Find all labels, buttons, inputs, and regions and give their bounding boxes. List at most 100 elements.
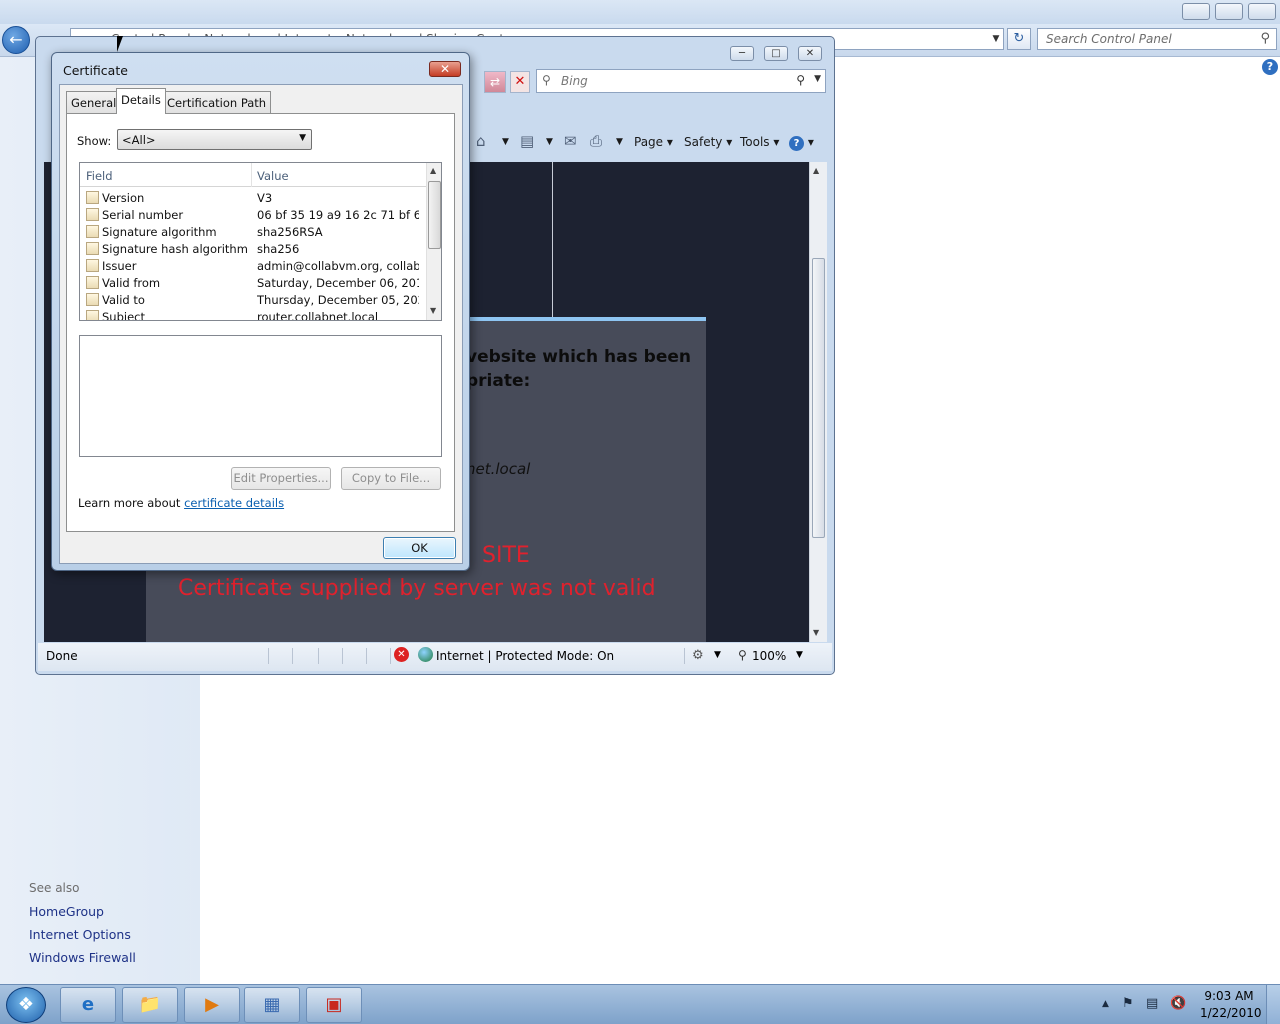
copy-to-file-button[interactable]: Copy to File...: [341, 467, 441, 490]
dialog-close-button[interactable]: ✕: [429, 61, 461, 77]
help-icon[interactable]: ?: [1262, 59, 1278, 75]
globe-icon: [418, 647, 433, 662]
list-scroll-thumb[interactable]: [428, 181, 441, 249]
show-label: Show:: [77, 134, 112, 148]
chevron-down-icon: ▼: [299, 133, 306, 143]
list-item[interactable]: Signature algorithm sha256RSA: [80, 223, 426, 240]
show-dropdown[interactable]: <All> ▼: [117, 129, 312, 150]
clock-date[interactable]: 1/22/2010: [1200, 1006, 1262, 1020]
list-item[interactable]: Valid to Thursday, December 05, 2024...: [80, 291, 426, 308]
list-item[interactable]: Serial number 06 bf 35 19 a9 16 2c 71 bf…: [80, 206, 426, 223]
ie-stop-button[interactable]: ✕: [510, 71, 530, 93]
chevron-down-icon[interactable]: ▼: [546, 137, 553, 147]
list-item[interactable]: Subject router.collabnet.local: [80, 308, 426, 320]
page-hostname: net.local: [466, 460, 531, 478]
ie-close-button[interactable]: ✕: [798, 46, 822, 61]
chevron-down-icon[interactable]: ▼: [502, 137, 509, 147]
help-menu[interactable]: ? ▾: [789, 135, 814, 151]
restore-button[interactable]: [1215, 3, 1243, 20]
search-icon[interactable]: ⚲: [1260, 31, 1270, 46]
page-message-line1: vebsite which has been: [466, 347, 691, 367]
certificate-details-link[interactable]: certificate details: [184, 496, 284, 510]
scroll-down-arrow-icon[interactable]: ▼: [430, 306, 436, 315]
see-also-link-internet-options[interactable]: Internet Options: [29, 927, 131, 942]
page-menu[interactable]: Page ▾: [634, 135, 673, 149]
home-icon[interactable]: ⌂: [476, 132, 486, 150]
list-item[interactable]: Issuer admin@collabvm.org, collabne...: [80, 257, 426, 274]
chevron-down-icon[interactable]: ▼: [616, 137, 623, 147]
protected-mode-icon[interactable]: ⚙: [692, 648, 704, 663]
blocked-icon[interactable]: ✕: [394, 647, 409, 662]
ok-button[interactable]: OK: [383, 537, 456, 559]
field-detail-box[interactable]: [79, 335, 442, 457]
page-divider: [552, 162, 553, 317]
security-zone-text[interactable]: Internet | Protected Mode: On: [436, 649, 614, 663]
learn-more-prefix: Learn more about: [78, 496, 185, 510]
field-name: Issuer: [102, 259, 137, 273]
tab-details[interactable]: Details: [116, 88, 166, 114]
ie-scroll-thumb[interactable]: [812, 258, 825, 538]
certificate-field-icon: [86, 293, 99, 306]
print-icon[interactable]: ⎙: [590, 132, 602, 150]
clock-time[interactable]: 9:03 AM: [1200, 989, 1258, 1003]
ie-search-input[interactable]: ⚲ Bing ⚲ ▼: [536, 69, 826, 93]
ie-maximize-button[interactable]: □: [764, 46, 788, 61]
search-input[interactable]: Search Control Panel ⚲: [1037, 28, 1277, 50]
chevron-down-icon[interactable]: ▼: [714, 650, 721, 660]
details-tab-panel: Show: <All> ▼ Field Value Version V3 Ser…: [66, 113, 455, 532]
start-button[interactable]: ❖: [6, 987, 46, 1023]
network-icon[interactable]: ▤: [1146, 996, 1158, 1011]
feeds-icon[interactable]: ▤: [520, 132, 534, 150]
safety-menu[interactable]: Safety ▾: [684, 135, 732, 149]
list-vertical-scrollbar[interactable]: ▲ ▼: [426, 163, 441, 320]
zoom-level[interactable]: 100%: [752, 649, 786, 663]
certificate-field-icon: [86, 276, 99, 289]
list-item[interactable]: Signature hash algorithm sha256: [80, 240, 426, 257]
tab-certification-path[interactable]: Certification Path: [162, 91, 272, 113]
column-header-value[interactable]: Value: [257, 169, 289, 183]
list-item[interactable]: Version V3: [80, 189, 426, 206]
scroll-down-arrow-icon[interactable]: ▼: [813, 628, 819, 637]
toolbox-taskbar-icon[interactable]: ▣: [306, 987, 362, 1023]
field-value: Thursday, December 05, 2024...: [257, 293, 419, 307]
volume-muted-icon[interactable]: 🔇: [1170, 996, 1186, 1011]
address-dropdown-icon[interactable]: ▼: [988, 28, 1004, 50]
scroll-up-arrow-icon[interactable]: ▲: [813, 166, 819, 175]
close-button[interactable]: [1248, 3, 1276, 20]
control-panel-taskbar-icon[interactable]: ▦: [244, 987, 300, 1023]
back-button[interactable]: ←: [2, 26, 30, 54]
ie-minimize-button[interactable]: ─: [730, 46, 754, 61]
tab-general[interactable]: General: [66, 91, 122, 113]
see-also-link-homegroup[interactable]: HomeGroup: [29, 904, 104, 919]
show-desktop-button[interactable]: [1266, 985, 1280, 1024]
minimize-button[interactable]: [1182, 3, 1210, 20]
chevron-down-icon[interactable]: ▼: [796, 650, 803, 660]
field-name: Signature hash algorithm: [102, 242, 248, 256]
page-message-line2: priate:: [466, 371, 531, 391]
mail-icon[interactable]: ✉: [564, 132, 577, 150]
internet-explorer-taskbar-icon[interactable]: e: [60, 987, 116, 1023]
see-also-link-windows-firewall[interactable]: Windows Firewall: [29, 950, 136, 965]
status-text: Done: [46, 649, 78, 663]
file-explorer-taskbar-icon[interactable]: 📁: [122, 987, 178, 1023]
media-player-taskbar-icon[interactable]: ▶: [184, 987, 240, 1023]
scroll-up-arrow-icon[interactable]: ▲: [430, 166, 436, 175]
status-separator: [318, 648, 319, 664]
field-name: Valid to: [102, 293, 145, 307]
page-message: vebsite which has been priate:: [466, 345, 691, 393]
column-divider[interactable]: [251, 163, 252, 187]
column-header-field[interactable]: Field: [86, 169, 113, 183]
status-separator: [292, 648, 293, 664]
search-icon[interactable]: ⚲: [796, 73, 805, 87]
action-center-flag-icon[interactable]: ⚑: [1122, 996, 1134, 1011]
tools-menu[interactable]: Tools ▾: [740, 135, 779, 149]
ie-vertical-scrollbar[interactable]: ▲ ▼: [809, 162, 827, 642]
ie-refresh-button[interactable]: ⇄: [484, 71, 506, 93]
list-item[interactable]: Valid from Saturday, December 06, 2014..…: [80, 274, 426, 291]
edit-properties-button[interactable]: Edit Properties...: [231, 467, 331, 490]
zoom-icon[interactable]: ⚲: [738, 648, 747, 662]
refresh-button[interactable]: ↻: [1007, 28, 1031, 50]
certificate-field-list[interactable]: Field Value Version V3 Serial number 06 …: [79, 162, 442, 321]
show-hidden-icons-icon[interactable]: ▲: [1102, 999, 1109, 1009]
chevron-down-icon[interactable]: ▼: [814, 74, 821, 84]
